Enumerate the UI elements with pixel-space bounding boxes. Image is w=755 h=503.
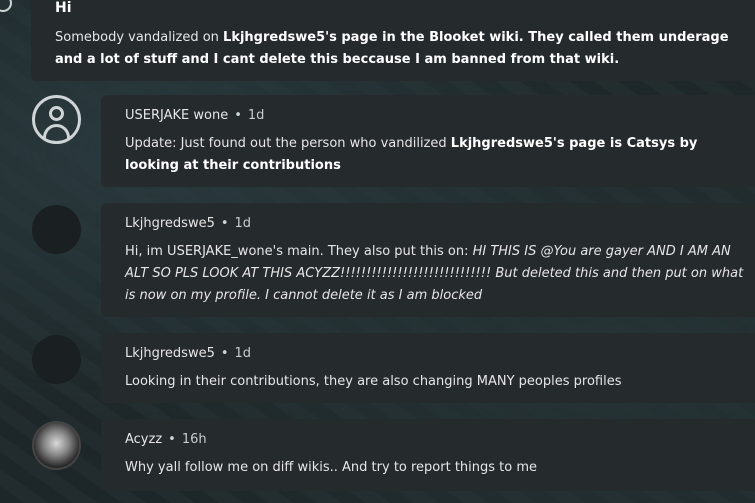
user-avatar-photo[interactable] (32, 421, 81, 470)
reply-text-prefix: Hi, im USERJAKE_wone's main. They also p… (125, 244, 473, 259)
reply-body: Hi, im USERJAKE_wone's main. They also p… (125, 241, 745, 307)
user-avatar-icon[interactable] (32, 95, 81, 144)
separator-dot: • (220, 216, 229, 231)
reply-meta: Lkjhgredswe5 • 1d (125, 346, 251, 361)
separator-dot: • (168, 432, 176, 447)
reply-body: Looking in their contributions, they are… (125, 374, 622, 389)
reply-meta: USERJAKE wone • 1d (125, 108, 264, 123)
reply-time[interactable]: 1d (248, 108, 265, 123)
post-title: Hi (55, 0, 72, 16)
separator-dot: • (234, 108, 242, 123)
reply-time[interactable]: 1d (235, 346, 252, 361)
post-body-prefix: Somebody vandalized on (55, 30, 224, 45)
reply-meta: Acyzz • 16h (125, 432, 207, 447)
reply-body: Update: Just found out the person who va… (125, 133, 740, 177)
reply-time[interactable]: 16h (182, 432, 207, 447)
reply-author[interactable]: Lkjhgredswe5 (125, 216, 215, 231)
reply-author[interactable]: USERJAKE wone (125, 108, 228, 123)
reply-text-prefix: Update: Just found out the person who va… (125, 136, 451, 151)
user-avatar[interactable] (32, 335, 81, 384)
reply-card: USERJAKE wone • 1d Update: Just found out … (101, 95, 755, 187)
reload-icon[interactable] (0, 0, 12, 12)
post-body: Somebody vandalized on Lkjhgredswe5's pa… (55, 27, 740, 71)
reply-body: Why yall follow me on diff wikis.. And t… (125, 460, 538, 475)
reply-author[interactable]: Acyzz (125, 432, 162, 447)
reply-card: Acyzz • 16h Why yall follow me on diff wik… (101, 419, 755, 491)
reply-author[interactable]: Lkjhgredswe5 (125, 346, 215, 361)
reply-card: Lkjhgredswe5 • 1d Looking in their contrib… (101, 333, 755, 403)
separator-dot: • (220, 346, 229, 361)
reply-time[interactable]: 1d (235, 216, 252, 231)
reply-meta: Lkjhgredswe5 • 1d (125, 216, 251, 231)
reply-card: Lkjhgredswe5 • 1d Hi, im USERJAKE_wone's m… (101, 203, 755, 317)
user-avatar[interactable] (32, 205, 81, 254)
